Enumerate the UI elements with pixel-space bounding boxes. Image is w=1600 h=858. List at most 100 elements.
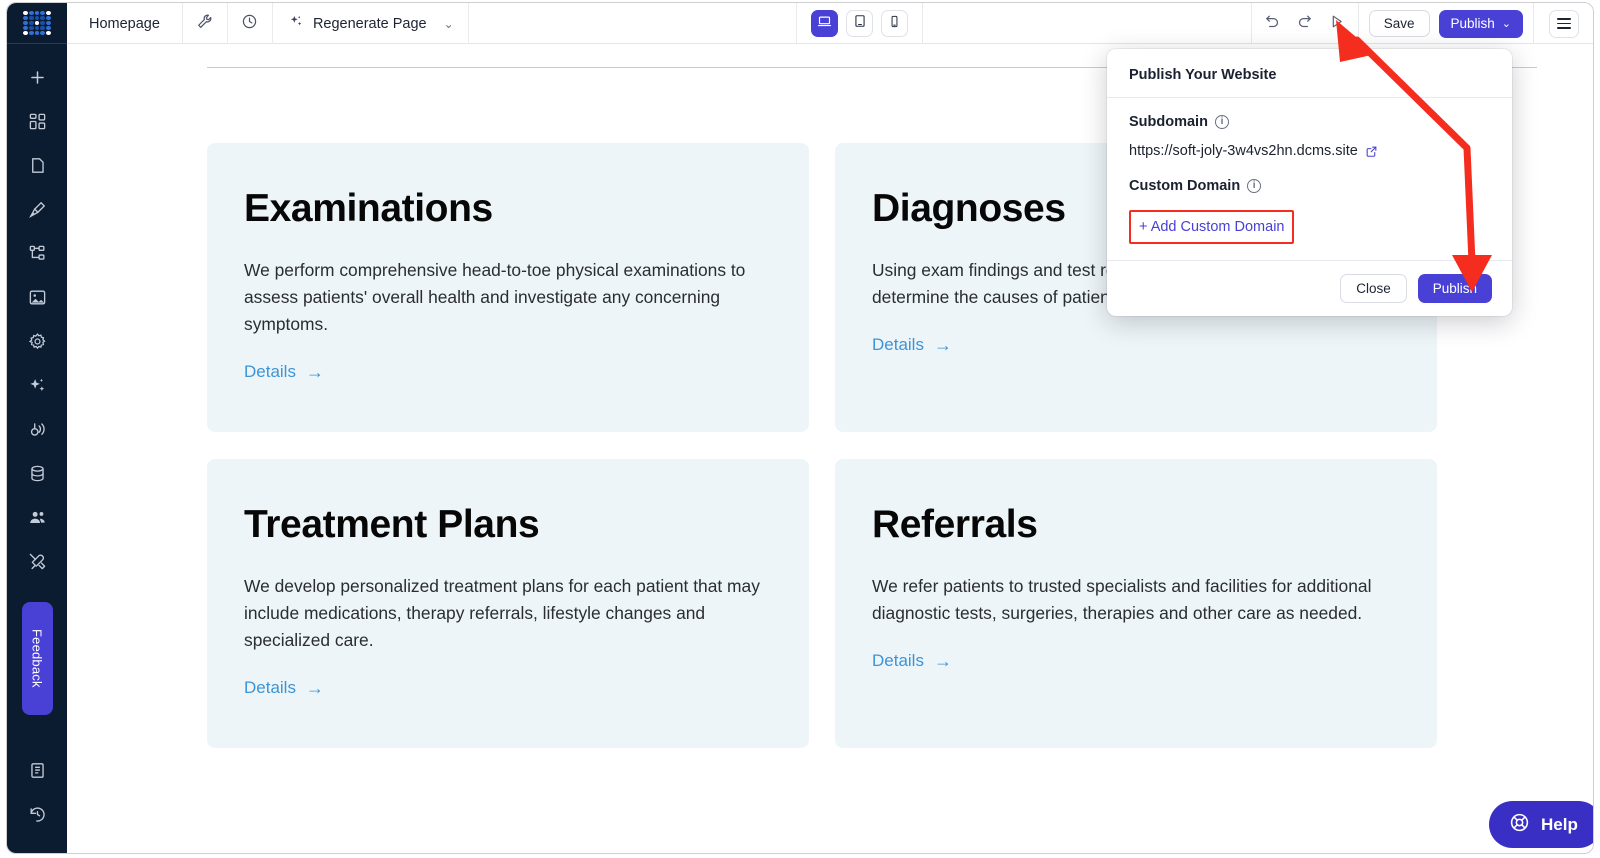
add-custom-domain-link[interactable]: + Add Custom Domain xyxy=(1129,210,1295,244)
redo-button[interactable] xyxy=(1290,9,1320,39)
undo-redo-preview-group xyxy=(1252,3,1359,44)
device-mobile-button[interactable] xyxy=(881,10,909,37)
sidebar-item-sitemap[interactable] xyxy=(18,234,56,272)
custom-domain-label-text: Custom Domain xyxy=(1129,178,1241,194)
publish-popup: Publish Your Website Subdomain i https:/… xyxy=(1107,49,1512,316)
chevron-down-icon: ⌄ xyxy=(1501,18,1512,30)
card-details-link[interactable]: Details → xyxy=(872,651,952,672)
hamburger-menu-icon[interactable] xyxy=(1549,9,1580,38)
regenerate-page-button[interactable]: Regenerate Page ⌄ xyxy=(273,3,469,44)
sidebar-item-pages[interactable] xyxy=(18,146,56,184)
publish-dropdown-button[interactable]: Publish ⌄ xyxy=(1438,9,1524,38)
arrow-right-icon: → xyxy=(933,650,952,671)
sidebar-item-settings[interactable] xyxy=(18,322,56,360)
close-button[interactable]: Close xyxy=(1340,274,1407,303)
publish-popup-footer: Close Publish xyxy=(1107,260,1512,316)
card-description: We perform comprehensive head-to-toe phy… xyxy=(244,259,746,334)
card-title: Referrals xyxy=(872,503,1038,546)
card-description: We develop personalized treatment plans … xyxy=(244,575,760,650)
card-description: We refer patients to trusted specialists… xyxy=(872,575,1372,623)
info-icon[interactable]: i xyxy=(1214,115,1229,129)
undo-button[interactable] xyxy=(1258,9,1288,39)
play-preview-icon xyxy=(1328,13,1345,35)
app-root: Feedback Homepage Regenerate Page ⌄ Save… xyxy=(0,0,1600,858)
card-details-label: Details xyxy=(872,335,924,355)
service-card[interactable]: Referrals We refer patients to trusted s… xyxy=(835,459,1437,748)
mobile-icon xyxy=(888,15,901,33)
toolbar-spacer-left xyxy=(469,3,798,43)
external-link-icon[interactable] xyxy=(1365,145,1378,158)
browser-window: Feedback Homepage Regenerate Page ⌄ Save… xyxy=(6,2,1594,854)
sidebar-item-database[interactable] xyxy=(18,454,56,492)
history-restore-icon xyxy=(28,805,47,824)
sidebar-item-tools[interactable] xyxy=(18,542,56,580)
book-icon xyxy=(28,761,47,780)
gear-icon xyxy=(28,332,47,351)
sidebar-item-version-history[interactable] xyxy=(18,795,56,833)
subdomain-section-label: Subdomain i xyxy=(1129,114,1490,130)
tools-icon xyxy=(28,552,47,571)
publish-button-label: Publish xyxy=(1450,16,1495,31)
toolbar-history-button[interactable] xyxy=(228,3,273,44)
dot-grid-logo-icon xyxy=(23,10,51,36)
sidebar-item-integrations[interactable] xyxy=(18,410,56,448)
sidebar-item-docs[interactable] xyxy=(18,751,56,789)
feedback-tab[interactable]: Feedback xyxy=(21,602,53,715)
custom-domain-section-label: Custom Domain i xyxy=(1129,178,1490,194)
sidebar-item-team[interactable] xyxy=(18,498,56,536)
redo-icon xyxy=(1296,13,1313,35)
publish-confirm-button[interactable]: Publish xyxy=(1417,274,1492,303)
undo-icon xyxy=(1264,13,1281,35)
card-details-label: Details xyxy=(244,362,296,382)
info-icon[interactable]: i xyxy=(1247,179,1262,193)
device-desktop-button[interactable] xyxy=(811,10,839,37)
arrow-right-icon: → xyxy=(933,334,952,355)
main-menu-cell xyxy=(1534,3,1593,44)
toolbar-wrench-button[interactable] xyxy=(183,3,228,44)
arrow-right-icon: → xyxy=(305,361,324,382)
broadcast-icon xyxy=(28,420,47,439)
sidebar-bottom-group xyxy=(18,751,56,853)
sidebar-item-design[interactable] xyxy=(18,190,56,228)
add-custom-domain-wrapper: + Add Custom Domain xyxy=(1129,210,1295,244)
publish-popup-body: Subdomain i https://soft-joly-3w4vs2hn.d… xyxy=(1107,98,1512,260)
app-logo[interactable] xyxy=(7,3,67,44)
card-details-link[interactable]: Details → xyxy=(244,678,324,699)
sidebar-item-add[interactable] xyxy=(18,58,56,96)
wrench-icon xyxy=(196,13,213,35)
preview-button[interactable] xyxy=(1322,9,1352,39)
card-title: Treatment Plans xyxy=(244,503,540,546)
publish-popup-title: Publish Your Website xyxy=(1107,49,1512,98)
subdomain-label-text: Subdomain xyxy=(1129,114,1208,130)
card-details-link[interactable]: Details → xyxy=(244,362,324,383)
device-tablet-button[interactable] xyxy=(846,10,874,37)
feedback-label: Feedback xyxy=(29,629,45,688)
arrow-right-icon: → xyxy=(305,677,324,698)
sidebar-item-ai[interactable] xyxy=(18,366,56,404)
subdomain-url-row[interactable]: https://soft-joly-3w4vs2hn.dcms.site xyxy=(1129,143,1490,159)
paint-brush-icon xyxy=(28,200,47,219)
card-details-label: Details xyxy=(872,651,924,671)
sidebar-item-media[interactable] xyxy=(18,278,56,316)
save-button[interactable]: Save xyxy=(1368,10,1430,37)
help-label: Help xyxy=(1541,814,1578,834)
service-card[interactable]: Examinations We perform comprehensive he… xyxy=(207,143,809,432)
page-icon xyxy=(28,156,47,175)
page-name-tab[interactable]: Homepage xyxy=(67,3,183,44)
desktop-icon xyxy=(817,14,832,34)
tablet-icon xyxy=(853,14,867,33)
card-title: Examinations xyxy=(244,187,493,230)
chevron-down-icon: ⌄ xyxy=(443,16,454,31)
regenerate-page-label: Regenerate Page xyxy=(312,15,427,32)
card-details-link[interactable]: Details → xyxy=(872,335,952,356)
service-card[interactable]: Treatment Plans We develop personalized … xyxy=(207,459,809,748)
sparkles-icon xyxy=(289,14,304,33)
sidebar-item-components[interactable] xyxy=(18,102,56,140)
sitemap-icon xyxy=(28,244,47,263)
left-sidebar: Feedback xyxy=(7,3,67,853)
database-icon xyxy=(28,464,47,483)
top-toolbar: Homepage Regenerate Page ⌄ Save Publish … xyxy=(67,3,1593,44)
help-button[interactable]: Help xyxy=(1489,801,1593,848)
card-details-label: Details xyxy=(244,678,296,698)
save-publish-group: Save Publish ⌄ xyxy=(1359,3,1535,44)
